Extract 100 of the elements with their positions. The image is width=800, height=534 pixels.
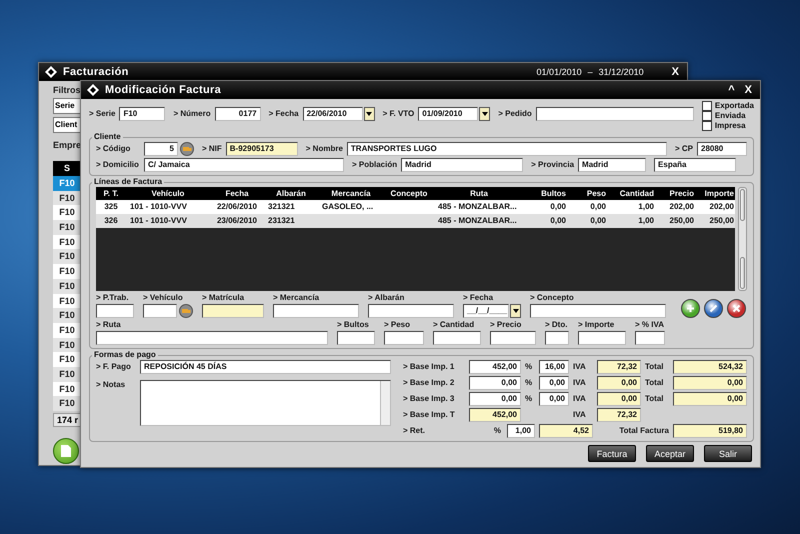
field-label: > Peso <box>384 320 412 330</box>
close-button[interactable]: X <box>670 66 681 78</box>
vat-field[interactable]: 72,32 <box>597 408 641 422</box>
text-field[interactable]: C/ Jamaica <box>144 158 344 172</box>
list-row[interactable]: F10 <box>53 338 81 352</box>
field-label: > NIF <box>202 144 222 154</box>
minimize-button[interactable]: ^ <box>726 84 737 96</box>
date-range-separator: – <box>588 67 593 77</box>
text-field[interactable] <box>143 304 177 318</box>
text-field[interactable]: 01/09/2010 <box>418 107 478 121</box>
notes-field[interactable] <box>140 380 391 426</box>
list-row[interactable]: F10 <box>53 382 81 396</box>
text-field[interactable] <box>202 304 264 318</box>
list-row[interactable]: F10 <box>53 308 81 323</box>
checkbox-box[interactable] <box>702 121 712 131</box>
rate-field[interactable]: 16,00 <box>539 360 569 374</box>
list-row[interactable]: F10 <box>53 366 81 382</box>
list-row[interactable]: F10 <box>53 190 81 206</box>
list-row[interactable]: F10 <box>53 294 81 308</box>
text-field[interactable]: 28080 <box>697 142 747 156</box>
total-field[interactable]: 524,32 <box>673 360 747 374</box>
text-field[interactable] <box>545 331 569 345</box>
dropdown-button[interactable] <box>510 304 521 318</box>
dialog-button[interactable]: Salir <box>704 445 752 462</box>
scrollbar[interactable] <box>738 187 747 291</box>
text-field[interactable] <box>96 331 328 345</box>
field-label: > Serie <box>89 109 116 119</box>
text-field[interactable]: TRANSPORTES LUGO <box>346 142 667 156</box>
list-row[interactable]: F10 <box>53 205 81 220</box>
scroll-down-button[interactable] <box>740 257 745 289</box>
percent-label: % <box>525 362 534 372</box>
rate-field[interactable]: 0,00 <box>539 392 569 406</box>
new-document-button[interactable] <box>53 438 79 464</box>
text-field[interactable]: 22/06/2010 <box>302 107 363 121</box>
table-cell: 0,00 <box>570 200 610 214</box>
lookup-icon[interactable] <box>180 142 194 156</box>
text-field[interactable] <box>536 107 694 121</box>
total-field[interactable]: 0,00 <box>673 376 747 390</box>
close-button[interactable]: X <box>742 84 754 96</box>
dialog-button[interactable]: Aceptar <box>646 445 694 462</box>
dropdown-button[interactable] <box>479 107 490 121</box>
text-field[interactable]: Madrid <box>401 158 524 172</box>
list-row[interactable]: F10 <box>53 176 81 191</box>
text-field[interactable] <box>384 331 424 345</box>
checkbox[interactable]: Exportada <box>702 101 754 111</box>
text-field[interactable]: España <box>654 158 736 172</box>
text-field[interactable] <box>578 331 626 345</box>
text-field[interactable] <box>368 304 454 318</box>
rate-field[interactable]: 1,00 <box>507 424 535 438</box>
invoice-total-field[interactable]: 519,80 <box>673 424 747 438</box>
text-field[interactable] <box>530 304 666 318</box>
list-row[interactable]: F10 <box>53 396 81 411</box>
table-cell: 250,00 <box>698 214 735 228</box>
checkbox[interactable]: Impresa <box>702 121 754 131</box>
list-row[interactable]: F10 <box>53 278 81 294</box>
retention-field[interactable]: 4,52 <box>539 424 593 438</box>
list-row[interactable]: F10 <box>53 322 81 338</box>
payment-method-field[interactable]: REPOSICIÓN 45 DÍAS <box>140 360 391 374</box>
list-row[interactable]: F10 <box>53 249 81 264</box>
base-field[interactable]: 452,00 <box>469 408 521 422</box>
field-label: > % IVA <box>635 320 665 330</box>
list-row[interactable]: F10 <box>53 264 81 279</box>
vat-field[interactable]: 0,00 <box>597 392 641 406</box>
edit-button[interactable] <box>704 299 723 318</box>
text-field[interactable] <box>337 331 375 345</box>
text-field[interactable]: 0177 <box>214 107 261 121</box>
delete-button[interactable] <box>727 299 746 318</box>
text-field[interactable]: __/__/____ <box>463 304 509 318</box>
base-field[interactable]: 0,00 <box>469 392 521 406</box>
filter-field[interactable]: Serie <box>53 98 81 114</box>
text-field[interactable] <box>273 304 359 318</box>
scrollbar[interactable] <box>380 381 390 425</box>
base-field[interactable]: 0,00 <box>469 376 521 390</box>
text-field[interactable] <box>635 331 665 345</box>
total-field[interactable]: 0,00 <box>673 392 747 406</box>
table-cell: GASOLEO, ... <box>318 200 384 214</box>
caret-icon <box>512 309 518 313</box>
vat-field[interactable]: 72,32 <box>597 360 641 374</box>
dialog-button[interactable]: Factura <box>588 445 636 462</box>
text-field[interactable] <box>96 304 134 318</box>
add-button[interactable] <box>681 299 700 318</box>
text-field[interactable]: F10 <box>119 107 166 121</box>
scrollbar-thumb[interactable] <box>740 189 745 221</box>
rate-field[interactable]: 0,00 <box>539 376 569 390</box>
list-row[interactable]: F10 <box>53 234 81 250</box>
vat-field[interactable]: 0,00 <box>597 376 641 390</box>
text-field[interactable]: B-92905173 <box>226 142 298 156</box>
text-field[interactable]: 5 <box>144 142 178 156</box>
text-field[interactable] <box>433 331 481 345</box>
text-field[interactable]: Madrid <box>578 158 646 172</box>
dropdown-button[interactable] <box>364 107 375 121</box>
filter-field[interactable]: Client <box>53 117 81 133</box>
text-field[interactable] <box>490 331 536 345</box>
checkbox-box[interactable] <box>702 101 712 111</box>
list-row[interactable]: F10 <box>53 352 81 367</box>
lookup-icon[interactable] <box>179 304 193 318</box>
base-field[interactable]: 452,00 <box>469 360 521 374</box>
list-row[interactable]: F10 <box>53 220 81 235</box>
checkbox-box[interactable] <box>702 111 712 121</box>
checkbox[interactable]: Enviada <box>702 111 754 121</box>
